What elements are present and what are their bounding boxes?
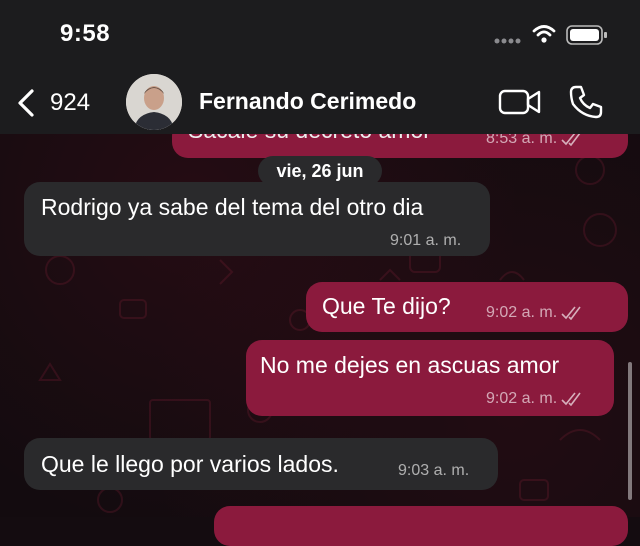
back-button[interactable]: 924 bbox=[16, 84, 106, 122]
wifi-icon bbox=[532, 25, 556, 43]
message-bubble-outgoing[interactable]: No me dejes en ascuas amor 9:02 a. m. bbox=[246, 340, 614, 416]
video-call-icon[interactable] bbox=[498, 86, 542, 118]
phone-icon[interactable] bbox=[568, 84, 604, 120]
back-chevron-icon bbox=[18, 89, 34, 117]
unread-count: 924 bbox=[50, 89, 91, 116]
message-bubble-outgoing[interactable]: Que Te dijo? 9:02 a. m. bbox=[306, 282, 628, 332]
status-time: 9:58 bbox=[60, 20, 111, 47]
message-time: 9:03 a. m. bbox=[398, 462, 470, 479]
message-text: Rodrigo ya sabe del tema del otro dia bbox=[41, 194, 424, 220]
read-ticks-icon bbox=[561, 392, 581, 406]
message-text: Que le llego por varios lados. bbox=[41, 451, 339, 477]
message-text: Que Te dijo? bbox=[322, 293, 451, 319]
contact-name[interactable]: Fernando Cerimedo bbox=[199, 88, 416, 115]
read-ticks-icon bbox=[561, 132, 581, 146]
message-bubble-incoming[interactable]: Rodrigo ya sabe del tema del otro dia 9:… bbox=[24, 182, 490, 256]
message-time: 9:02 a. m. bbox=[486, 304, 583, 322]
avatar-photo bbox=[126, 74, 182, 130]
message-bubble-incoming[interactable]: Que le llego por varios lados. 9:03 a. m… bbox=[24, 438, 498, 490]
chat-scrollbar[interactable] bbox=[628, 362, 632, 500]
message-time: 9:02 a. m. bbox=[486, 390, 583, 408]
avatar[interactable] bbox=[126, 74, 182, 130]
message-text: No me dejes en ascuas amor bbox=[260, 352, 560, 378]
chat-header: 9:58 924 Fernando Cerimedo bbox=[0, 0, 640, 134]
read-ticks-icon bbox=[561, 306, 581, 320]
battery-icon bbox=[566, 25, 607, 45]
signal-icon bbox=[494, 38, 521, 44]
message-time: 9:01 a. m. bbox=[390, 232, 462, 249]
message-bubble-outgoing-partial[interactable] bbox=[214, 506, 628, 546]
